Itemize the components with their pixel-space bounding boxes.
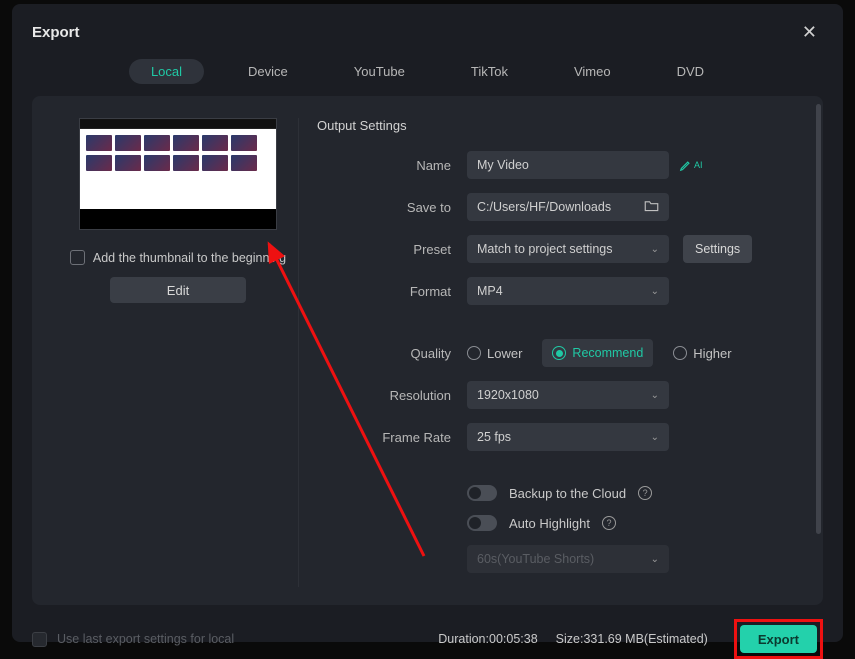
size-info: Size:331.69 MB(Estimated) xyxy=(556,632,708,646)
export-button[interactable]: Export xyxy=(740,625,817,653)
preset-select[interactable]: Match to project settings ⌄ xyxy=(467,235,669,263)
tab-device[interactable]: Device xyxy=(226,59,310,84)
tab-vimeo[interactable]: Vimeo xyxy=(552,59,633,84)
close-icon[interactable]: ✕ xyxy=(796,20,823,45)
format-select[interactable]: MP4 ⌄ xyxy=(467,277,669,305)
saveto-label: Save to xyxy=(317,200,467,215)
framerate-label: Frame Rate xyxy=(317,430,467,445)
chevron-down-icon: ⌄ xyxy=(651,390,659,401)
tab-youtube[interactable]: YouTube xyxy=(332,59,427,84)
quality-label: Quality xyxy=(317,346,467,361)
highlight-preset-select: 60s(YouTube Shorts) ⌄ xyxy=(467,545,669,573)
saveto-input[interactable]: C:/Users/HF/Downloads xyxy=(467,193,669,221)
ai-pen-icon[interactable]: AI xyxy=(679,158,703,172)
scrollbar[interactable] xyxy=(816,104,821,534)
edit-button[interactable]: Edit xyxy=(110,277,246,303)
backup-cloud-toggle[interactable] xyxy=(467,485,497,501)
help-icon[interactable]: ? xyxy=(602,516,616,530)
quality-recommend[interactable]: Recommend xyxy=(542,339,653,367)
tab-dvd[interactable]: DVD xyxy=(655,59,726,84)
divider xyxy=(298,118,299,587)
use-last-settings-checkbox[interactable] xyxy=(32,632,47,647)
chevron-down-icon: ⌄ xyxy=(651,432,659,443)
use-last-settings-label: Use last export settings for local xyxy=(57,632,234,646)
quality-lower[interactable]: Lower xyxy=(467,346,522,361)
duration-info: Duration:00:05:38 xyxy=(438,632,537,646)
output-settings-heading: Output Settings xyxy=(317,118,805,133)
dialog-title: Export xyxy=(32,24,80,41)
chevron-down-icon: ⌄ xyxy=(651,286,659,297)
name-input[interactable]: My Video xyxy=(467,151,669,179)
chevron-down-icon: ⌄ xyxy=(651,554,659,565)
format-label: Format xyxy=(317,284,467,299)
folder-icon[interactable] xyxy=(644,199,659,215)
chevron-down-icon: ⌄ xyxy=(651,244,659,255)
thumbnail-preview xyxy=(79,118,277,230)
export-tabs: Local Device YouTube TikTok Vimeo DVD xyxy=(32,59,823,84)
add-thumbnail-label: Add the thumbnail to the beginning xyxy=(93,251,286,265)
export-dialog: Export ✕ Local Device YouTube TikTok Vim… xyxy=(12,4,843,642)
backup-cloud-label: Backup to the Cloud xyxy=(509,486,626,501)
auto-highlight-label: Auto Highlight xyxy=(509,516,590,531)
tab-tiktok[interactable]: TikTok xyxy=(449,59,530,84)
preset-label: Preset xyxy=(317,242,467,257)
help-icon[interactable]: ? xyxy=(638,486,652,500)
resolution-label: Resolution xyxy=(317,388,467,403)
framerate-select[interactable]: 25 fps ⌄ xyxy=(467,423,669,451)
export-button-highlight: Export xyxy=(734,619,823,659)
tab-local[interactable]: Local xyxy=(129,59,204,84)
settings-button[interactable]: Settings xyxy=(683,235,752,263)
auto-highlight-toggle[interactable] xyxy=(467,515,497,531)
quality-higher[interactable]: Higher xyxy=(673,346,731,361)
resolution-select[interactable]: 1920x1080 ⌄ xyxy=(467,381,669,409)
name-label: Name xyxy=(317,158,467,173)
add-thumbnail-checkbox[interactable] xyxy=(70,250,85,265)
